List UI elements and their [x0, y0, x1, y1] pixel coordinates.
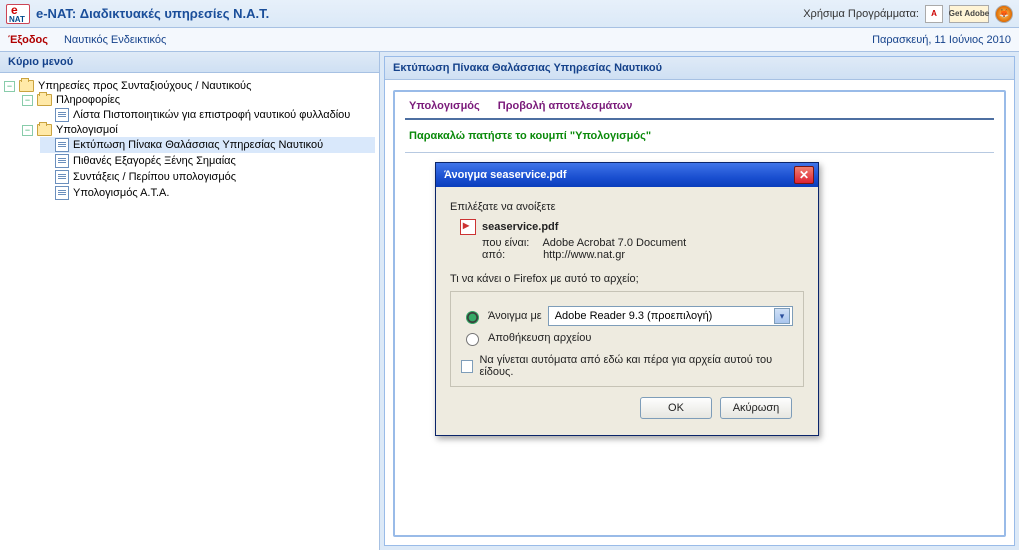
app-title: e-NAT: Διαδικτυακές υπηρεσίες Ν.Α.Τ.: [36, 6, 269, 21]
folder-open-icon: [19, 80, 34, 92]
useful-programs-label: Χρήσιμα Προγράμματα:: [803, 8, 919, 20]
tree-seaservice[interactable]: Εκτύπωση Πίνακα Θαλάσσιας Υπηρεσίας Ναυτ…: [40, 137, 375, 153]
tree-calcs-label[interactable]: Υπολογισμοί: [56, 124, 118, 136]
tree-ata-label[interactable]: Υπολογισμός Α.Τ.Α.: [73, 187, 169, 199]
dialog-type-value: Adobe Acrobat 7.0 Document: [542, 237, 686, 249]
tree-root-label[interactable]: Υπηρεσίες προς Συνταξιούχους / Ναυτικούς: [38, 80, 251, 92]
document-icon: [55, 154, 69, 168]
open-with-row[interactable]: Άνοιγμα με Adobe Reader 9.3 (προεπιλογή)…: [461, 306, 793, 326]
folder-open-icon: [37, 124, 52, 136]
adobe-icon[interactable]: A: [925, 5, 943, 23]
close-icon[interactable]: ✕: [794, 166, 814, 184]
tree-root[interactable]: − Υπηρεσίες προς Συνταξιούχους / Ναυτικο…: [4, 79, 375, 93]
folder-open-icon: [37, 94, 52, 106]
tree-ata[interactable]: Υπολογισμός Α.Τ.Α.: [40, 185, 375, 201]
tab-row: Υπολογισμός Προβολή αποτελεσμάτων: [395, 92, 1004, 118]
document-icon: [55, 186, 69, 200]
open-with-label: Άνοιγμα με: [488, 310, 542, 322]
current-date: Παρασκευή, 11 Ιούνιος 2010: [872, 34, 1011, 46]
collapse-icon[interactable]: −: [4, 81, 15, 92]
separator: [405, 152, 994, 153]
document-icon: [55, 170, 69, 184]
dialog-title: Άνοιγμα seaservice.pdf: [444, 169, 567, 181]
ok-button[interactable]: OK: [640, 397, 712, 419]
main-layout: Κύριο μενού − Υπηρεσίες προς Συνταξιούχο…: [0, 52, 1019, 550]
tree-calcs[interactable]: − Υπολογισμοί: [22, 123, 375, 137]
open-with-select[interactable]: Adobe Reader 9.3 (προεπιλογή) ▾: [548, 306, 793, 326]
dialog-file-from: από: http://www.nat.gr: [482, 249, 804, 261]
ok-button-label: OK: [668, 402, 684, 414]
dialog-titlebar[interactable]: Άνοιγμα seaservice.pdf ✕: [436, 163, 818, 187]
dialog-file-row: seaservice.pdf: [460, 219, 804, 235]
content-panel: Εκτύπωση Πίνακα Θαλάσσιας Υπηρεσίας Ναυτ…: [384, 56, 1015, 546]
menubar: Έξοδος Ναυτικός Ενδεικτικός Παρασκευή, 1…: [0, 28, 1019, 52]
panel-body: Υπολογισμός Προβολή αποτελεσμάτων Παρακα…: [385, 80, 1014, 545]
firefox-icon[interactable]: 🦊: [995, 5, 1013, 23]
remember-row[interactable]: Να γίνεται αυτόματα από εδώ και πέρα για…: [461, 354, 793, 378]
nav-user[interactable]: Ναυτικός Ενδεικτικός: [64, 34, 166, 46]
dialog-buttons: OK Ακύρωση: [450, 387, 804, 423]
dialog-action-group: Άνοιγμα με Adobe Reader 9.3 (προεπιλογή)…: [450, 291, 804, 387]
dialog-question: Τι να κάνει ο Firefox με αυτό το αρχείο;: [450, 273, 804, 285]
document-icon: [55, 138, 69, 152]
enat-logo-icon: eNAT: [6, 4, 30, 24]
dialog-type-label: που είναι:: [482, 237, 540, 249]
save-file-label: Αποθήκευση αρχείου: [488, 332, 591, 344]
tree-info-label[interactable]: Πληροφορίες: [56, 94, 120, 106]
dialog-file-type: που είναι: Adobe Acrobat 7.0 Document: [482, 237, 804, 249]
brand: eNAT e-NAT: Διαδικτυακές υπηρεσίες Ν.Α.Τ…: [6, 4, 269, 24]
tab-calc[interactable]: Υπολογισμός: [409, 100, 480, 112]
tree-pension[interactable]: Συντάξεις / Περίπου υπολογισμός: [40, 169, 375, 185]
exit-link[interactable]: Έξοδος: [8, 34, 48, 46]
save-file-radio[interactable]: [466, 333, 479, 346]
panel-title: Εκτύπωση Πίνακα Θαλάσσιας Υπηρεσίας Ναυτ…: [385, 57, 1014, 80]
instruction-message: Παρακαλώ πατήστε το κουμπί "Υπολογισμός": [395, 120, 1004, 152]
dialog-from-label: από:: [482, 249, 540, 261]
header-right: Χρήσιμα Προγράμματα: A Get Adobe 🦊: [803, 5, 1013, 23]
dialog-from-value: http://www.nat.gr: [543, 249, 625, 261]
tree-cert-label[interactable]: Λίστα Πιστοποιητικών για επιστροφή ναυτι…: [73, 109, 350, 121]
cancel-button-label: Ακύρωση: [733, 402, 780, 414]
save-file-row[interactable]: Αποθήκευση αρχείου: [461, 330, 793, 346]
dialog-youchose: Επιλέξατε να ανοίξετε: [450, 201, 804, 213]
remember-label: Να γίνεται αυτόματα από εδώ και πέρα για…: [479, 354, 793, 378]
tab-results[interactable]: Προβολή αποτελεσμάτων: [498, 100, 633, 112]
remember-checkbox[interactable]: [461, 360, 473, 373]
dialog-body: Επιλέξατε να ανοίξετε seaservice.pdf που…: [436, 187, 818, 435]
download-dialog: Άνοιγμα seaservice.pdf ✕ Επιλέξατε να αν…: [435, 162, 819, 436]
sidebar: Κύριο μενού − Υπηρεσίες προς Συνταξιούχο…: [0, 52, 380, 550]
tree-info[interactable]: − Πληροφορίες: [22, 93, 375, 107]
tree-foreign[interactable]: Πιθανές Εξαγορές Ξένης Σημαίας: [40, 153, 375, 169]
open-with-app: Adobe Reader 9.3 (προεπιλογή): [555, 310, 713, 322]
chevron-down-icon[interactable]: ▾: [774, 308, 790, 324]
collapse-icon[interactable]: −: [22, 125, 33, 136]
collapse-icon[interactable]: −: [22, 95, 33, 106]
tree-cert[interactable]: Λίστα Πιστοποιητικών για επιστροφή ναυτι…: [40, 107, 375, 123]
document-icon: [55, 108, 69, 122]
adobe-reader-icon[interactable]: Get Adobe: [949, 5, 989, 23]
sidebar-title: Κύριο μενού: [0, 52, 379, 73]
app-header: eNAT e-NAT: Διαδικτυακές υπηρεσίες Ν.Α.Τ…: [0, 0, 1019, 28]
nav-tree: − Υπηρεσίες προς Συνταξιούχους / Ναυτικο…: [0, 73, 379, 550]
tree-pension-label[interactable]: Συντάξεις / Περίπου υπολογισμός: [73, 171, 236, 183]
content-area: Εκτύπωση Πίνακα Θαλάσσιας Υπηρεσίας Ναυτ…: [380, 52, 1019, 550]
open-with-radio[interactable]: [466, 311, 479, 324]
tree-foreign-label[interactable]: Πιθανές Εξαγορές Ξένης Σημαίας: [73, 155, 236, 167]
dialog-filename: seaservice.pdf: [482, 221, 558, 233]
tree-seaservice-label[interactable]: Εκτύπωση Πίνακα Θαλάσσιας Υπηρεσίας Ναυτ…: [73, 139, 323, 151]
pdf-icon: [460, 219, 476, 235]
cancel-button[interactable]: Ακύρωση: [720, 397, 792, 419]
